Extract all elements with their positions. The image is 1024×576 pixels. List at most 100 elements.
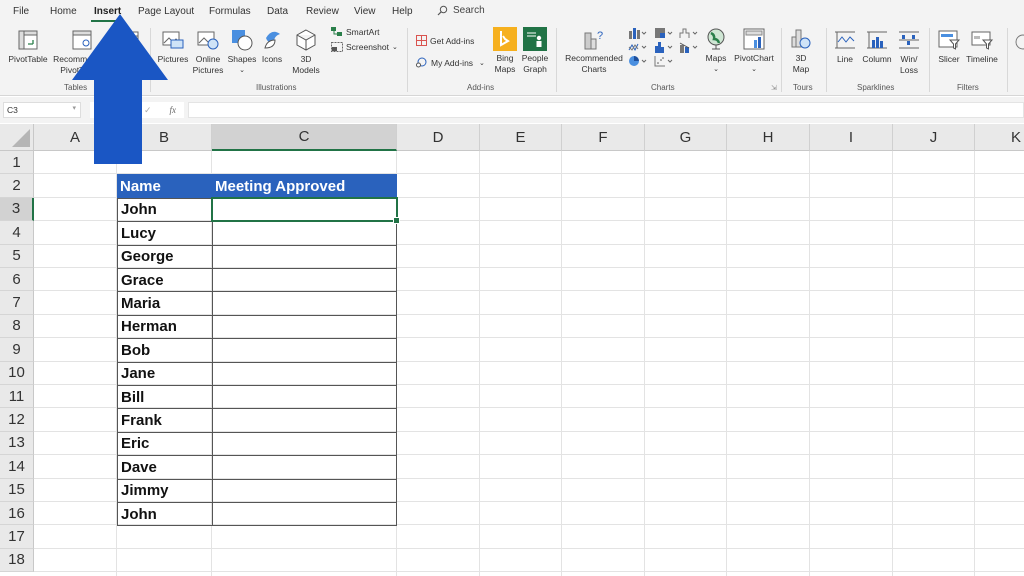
screenshot-button[interactable]: Screenshot ⌄ (331, 42, 398, 52)
pivotchart-button[interactable]: PivotChart ⌄ (731, 27, 777, 75)
row-header-5[interactable]: 5 (0, 244, 34, 268)
statistic-chart-icon[interactable] (654, 41, 674, 53)
table-cell-name[interactable]: Jimmy (117, 478, 213, 503)
tab-data[interactable]: Data (267, 6, 288, 17)
column-header-k[interactable]: K (975, 124, 1024, 151)
line-chart-icon[interactable] (628, 41, 648, 53)
table-cell-name[interactable]: Lucy (117, 221, 213, 246)
shapes-button[interactable]: Shapes ⌄ (226, 28, 258, 76)
column-header-g[interactable]: G (645, 124, 727, 151)
column-chart-icon[interactable] (628, 27, 648, 39)
combo-chart-icon[interactable] (679, 41, 699, 53)
get-addins-button[interactable]: Get Add-ins (416, 35, 474, 46)
row-header-16[interactable]: 16 (0, 502, 34, 526)
formula-input[interactable] (188, 102, 1024, 118)
tab-review[interactable]: Review (306, 6, 339, 17)
sparkline-line-button[interactable]: Line (832, 28, 858, 65)
select-all-button[interactable] (0, 124, 34, 151)
row-header-6[interactable]: 6 (0, 268, 34, 292)
online-pictures-button[interactable]: Online Pictures (192, 28, 224, 76)
my-addins-button[interactable]: My Add-ins ⌄ (416, 57, 485, 68)
table-cell-meeting-approved[interactable] (212, 502, 397, 527)
table-cell-meeting-approved[interactable] (212, 221, 397, 246)
table-cell-name[interactable]: Herman (117, 314, 213, 340)
table-cell-name[interactable]: Bill (117, 385, 213, 410)
icons-button[interactable]: Icons (258, 28, 286, 65)
table-cell-meeting-approved[interactable] (212, 385, 397, 410)
row-header-18[interactable]: 18 (0, 548, 34, 573)
table-cell-meeting-approved[interactable] (212, 431, 397, 457)
row-header-12[interactable]: 12 (0, 408, 34, 432)
table-cell-name[interactable]: Frank (117, 408, 213, 433)
table-cell-name[interactable]: Eric (117, 431, 213, 457)
table-cell-name[interactable]: George (117, 244, 213, 269)
table-cell-name[interactable]: Grace (117, 268, 213, 293)
charts-dialog-launcher-icon[interactable]: ⇲ (771, 84, 777, 92)
pivottable-button[interactable]: PivotTable (7, 28, 49, 65)
column-header-d[interactable]: D (397, 124, 480, 151)
sparkline-winloss-button[interactable]: Win/ Loss (896, 28, 922, 76)
link-icon[interactable] (1013, 32, 1024, 52)
table-cell-meeting-approved[interactable] (212, 478, 397, 503)
table-cell-name[interactable]: Dave (117, 455, 213, 480)
row-header-8[interactable]: 8 (0, 314, 34, 339)
scatter-chart-icon[interactable] (654, 55, 674, 67)
row-header-13[interactable]: 13 (0, 431, 34, 456)
table-cell-meeting-approved[interactable] (212, 338, 397, 363)
column-header-h[interactable]: H (727, 124, 810, 151)
slicer-button[interactable]: Slicer (935, 28, 963, 65)
my-addins-dropdown-icon[interactable]: ⌄ (479, 59, 485, 67)
table-cell-meeting-approved[interactable] (212, 268, 397, 293)
name-box[interactable]: C3 ▾ (3, 102, 81, 118)
hierarchy-chart-icon[interactable] (654, 27, 674, 39)
column-header-c[interactable]: C (212, 124, 397, 151)
row-header-1[interactable]: 1 (0, 151, 34, 175)
table-cell-name[interactable]: Bob (117, 338, 213, 363)
table-cell-meeting-approved[interactable] (212, 291, 397, 316)
row-header-14[interactable]: 14 (0, 455, 34, 479)
screenshot-dropdown-icon[interactable]: ⌄ (392, 43, 398, 51)
row-header-3[interactable]: 3 (0, 197, 34, 222)
shapes-dropdown-icon[interactable]: ⌄ (239, 65, 245, 76)
table-cell-meeting-approved[interactable] (212, 408, 397, 433)
3d-models-button[interactable]: 3D Models (288, 28, 324, 76)
timeline-button[interactable]: Timeline (964, 28, 1000, 65)
maps-chart-button[interactable]: Maps ⌄ (702, 27, 730, 75)
table-cell-meeting-approved[interactable] (212, 244, 397, 269)
smartart-button[interactable]: SmartArt (331, 27, 380, 37)
tab-view[interactable]: View (354, 6, 376, 17)
row-header-4[interactable]: 4 (0, 221, 34, 245)
table-cell-meeting-approved[interactable] (212, 314, 397, 340)
tab-help[interactable]: Help (392, 6, 413, 17)
3d-map-button[interactable]: 3D Map (786, 27, 816, 75)
table-cell-name[interactable]: John (117, 502, 213, 527)
row-header-10[interactable]: 10 (0, 361, 34, 385)
table-header-name[interactable]: Name (117, 174, 212, 198)
column-header-e[interactable]: E (480, 124, 562, 151)
people-graph-button[interactable]: People Graph (520, 27, 550, 75)
waterfall-chart-icon[interactable] (679, 27, 699, 39)
bing-maps-button[interactable]: Bing Maps (491, 27, 519, 75)
pie-chart-icon[interactable] (628, 55, 648, 67)
column-header-f[interactable]: F (562, 124, 645, 151)
active-cell-c3[interactable] (211, 196, 400, 225)
row-header-9[interactable]: 9 (0, 338, 34, 362)
table-cell-meeting-approved[interactable] (212, 361, 397, 386)
row-header-11[interactable]: 11 (0, 385, 34, 409)
table-header-meeting-approved[interactable]: Meeting Approved (212, 174, 397, 198)
column-header-i[interactable]: I (810, 124, 893, 151)
recommended-charts-button[interactable]: ? Recommended Charts (563, 27, 625, 75)
column-header-j[interactable]: J (893, 124, 975, 151)
row-header-7[interactable]: 7 (0, 291, 34, 315)
table-cell-name[interactable]: John (117, 197, 213, 223)
sparkline-column-button[interactable]: Column (860, 28, 894, 65)
table-cell-name[interactable]: Maria (117, 291, 213, 316)
maps-dropdown-icon[interactable]: ⌄ (713, 64, 719, 75)
pivotchart-dropdown-icon[interactable]: ⌄ (751, 64, 757, 75)
table-cell-name[interactable]: Jane (117, 361, 213, 386)
row-header-2[interactable]: 2 (0, 174, 34, 198)
row-header-15[interactable]: 15 (0, 478, 34, 502)
row-header-17[interactable]: 17 (0, 525, 34, 549)
search-box[interactable]: Search (437, 5, 485, 16)
tab-file[interactable]: File (13, 6, 29, 17)
